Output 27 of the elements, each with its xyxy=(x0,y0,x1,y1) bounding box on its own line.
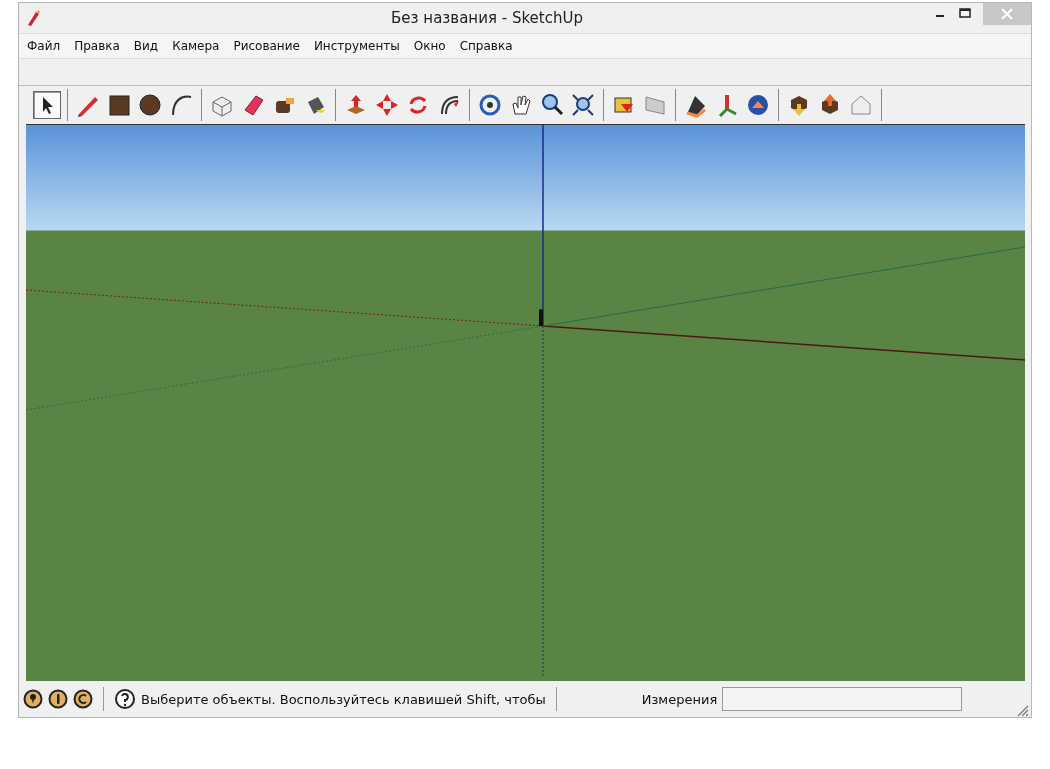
resize-grip-icon[interactable] xyxy=(1015,703,1029,717)
menu-item[interactable]: Окно xyxy=(413,39,446,53)
rectangle-icon xyxy=(106,92,132,118)
viewport[interactable] xyxy=(26,124,1025,681)
app-logo-icon xyxy=(25,9,41,27)
window-title: Без названия - SketchUp xyxy=(390,9,584,27)
measurements-label: Измерения xyxy=(641,691,718,707)
person-figure xyxy=(539,309,543,326)
menu-item[interactable]: Справка xyxy=(459,39,513,53)
zoom-extents-icon xyxy=(570,92,596,118)
menu-item[interactable]: Камера xyxy=(172,39,220,53)
measurements-field[interactable] xyxy=(722,687,963,711)
menu-item[interactable]: Правка xyxy=(74,39,120,53)
status-hint: Выберите объекты. Воспользуйтесь клавишей Shift, чтобы xyxy=(141,691,546,707)
menu-item[interactable]: Инструменты xyxy=(313,39,400,53)
orbit-icon xyxy=(477,92,503,118)
globe-icon xyxy=(745,92,771,118)
help-icon[interactable] xyxy=(114,688,136,710)
move-arrows-icon xyxy=(374,92,400,118)
menu-item[interactable]: Файл xyxy=(27,39,61,53)
search-icon xyxy=(539,92,565,118)
tool-button[interactable] xyxy=(136,91,164,119)
menu-item[interactable]: Рисование xyxy=(233,39,300,53)
tool-button[interactable] xyxy=(33,91,61,119)
circle-icon xyxy=(137,92,163,118)
menu-item[interactable]: Вид xyxy=(133,39,159,53)
geo-location-icon[interactable] xyxy=(23,689,43,709)
